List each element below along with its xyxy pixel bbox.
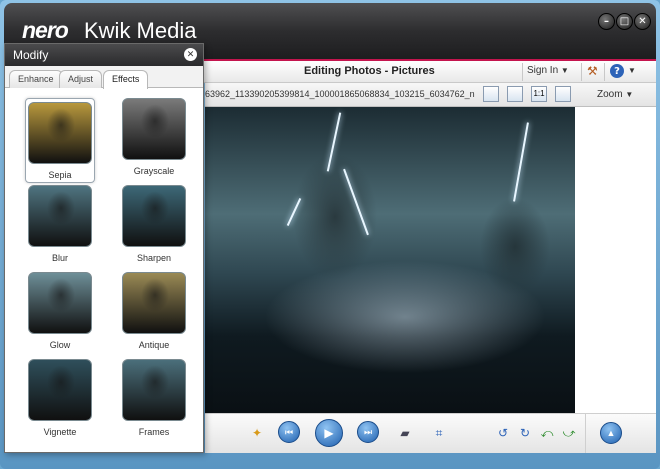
single-view-icon[interactable] xyxy=(483,86,499,102)
fit-to-window-icon[interactable] xyxy=(555,86,571,102)
effect-grayscale-thumbnail[interactable]: Grayscale xyxy=(119,98,189,183)
effect-label: Glow xyxy=(49,340,71,350)
magic-wand-icon[interactable]: ✦ xyxy=(249,426,265,440)
modify-header: Modify ✕ xyxy=(5,44,203,66)
effect-label: Antique xyxy=(138,340,170,350)
effect-label: Vignette xyxy=(43,427,77,437)
effect-preview-image xyxy=(28,359,92,421)
app-name: Kwik Media xyxy=(84,18,197,43)
modify-panel: Modify ✕ Enhance Adjust Effects Sepia Gra… xyxy=(4,43,204,453)
effect-label: Sepia xyxy=(48,170,72,180)
modify-tabs: Enhance Adjust Effects xyxy=(5,66,203,89)
tab-adjust[interactable]: Adjust xyxy=(59,70,103,88)
lightning-bolt xyxy=(343,168,369,236)
zoom-dropdown[interactable]: Zoom ▼ xyxy=(597,89,633,100)
maximize-icon[interactable]: □ xyxy=(616,13,633,30)
effect-blur-thumbnail[interactable]: Blur xyxy=(25,185,95,270)
modify-title: Modify xyxy=(13,48,49,62)
sign-in-button[interactable]: Sign In ▼ xyxy=(527,65,569,76)
effect-label: Frames xyxy=(138,427,170,437)
minimize-icon[interactable]: – xyxy=(598,13,615,30)
effect-glow-thumbnail[interactable]: Glow xyxy=(25,272,95,357)
nero-logo: nero xyxy=(22,17,69,43)
edited-photo[interactable] xyxy=(205,107,575,413)
tab-effects[interactable]: Effects xyxy=(103,70,149,89)
help-icon[interactable]: ? xyxy=(610,64,624,78)
file-name: 63962_113390205399814_100001865068834_10… xyxy=(205,89,475,99)
crop-icon[interactable]: ⌗ xyxy=(431,426,447,440)
photo-canvas[interactable] xyxy=(205,107,656,413)
zoom-label: Zoom xyxy=(597,89,623,100)
tab-enhance[interactable]: Enhance xyxy=(9,70,63,88)
divider xyxy=(604,63,605,81)
chevron-down-icon: ▼ xyxy=(560,66,569,75)
divider xyxy=(522,63,523,81)
bottom-right-panel: ▲ xyxy=(585,413,656,453)
hammer-icon[interactable]: ⚒ xyxy=(587,64,598,78)
effect-preview-image xyxy=(122,185,186,247)
lightning-bolt xyxy=(326,112,342,172)
redo-icon[interactable]: ⤻ xyxy=(561,426,577,440)
next-button[interactable]: ⏭ xyxy=(357,421,379,443)
lightning-bolt xyxy=(286,197,302,227)
effect-preview-image xyxy=(28,185,92,247)
effect-frames-thumbnail[interactable]: Frames xyxy=(119,359,189,444)
effect-label: Blur xyxy=(51,253,68,263)
actual-size-icon[interactable]: 1:1 xyxy=(531,86,547,102)
close-icon[interactable]: ✕ xyxy=(184,48,197,61)
effect-vignette-thumbnail[interactable]: Vignette xyxy=(25,359,95,444)
effect-sepia-thumbnail[interactable]: Sepia xyxy=(25,98,95,183)
effect-label: Grayscale xyxy=(133,166,175,176)
bottom-toolbar: ✦ ⏮ ▶ ⏭ ▰ ⌗ ↺ ↻ ⤺ ⤻ xyxy=(205,413,585,453)
effect-antique-thumbnail[interactable]: Antique xyxy=(119,272,189,357)
effect-label: Sharpen xyxy=(136,253,172,263)
eject-icon[interactable]: ▲ xyxy=(600,422,622,444)
lightning-bolt xyxy=(513,122,529,202)
effect-sharpen-thumbnail[interactable]: Sharpen xyxy=(119,185,189,270)
undo-icon[interactable]: ⤺ xyxy=(539,426,555,440)
effect-preview-image xyxy=(28,272,92,334)
red-eye-icon[interactable]: ▰ xyxy=(397,426,413,440)
effect-preview-image xyxy=(28,102,92,164)
filmstrip-view-icon[interactable] xyxy=(507,86,523,102)
rotate-right-icon[interactable]: ↻ xyxy=(517,426,533,440)
page-title: Editing Photos - Pictures xyxy=(304,65,435,77)
chevron-down-icon: ▼ xyxy=(625,90,634,99)
previous-button[interactable]: ⏮ xyxy=(278,421,300,443)
effect-preview-image xyxy=(122,359,186,421)
effect-preview-image xyxy=(122,98,186,160)
view-toolbar: 63962_113390205399814_100001865068834_10… xyxy=(205,83,656,107)
rotate-left-icon[interactable]: ↺ xyxy=(495,426,511,440)
play-button[interactable]: ▶ xyxy=(315,419,343,447)
effect-preview-image xyxy=(122,272,186,334)
app-window: nero Kwik Media – □ ✕ Editing Photos - P… xyxy=(0,0,660,469)
divider xyxy=(581,63,582,81)
chevron-down-icon[interactable]: ▼ xyxy=(628,66,636,75)
sign-in-label: Sign In xyxy=(527,65,559,76)
close-icon[interactable]: ✕ xyxy=(634,13,651,30)
